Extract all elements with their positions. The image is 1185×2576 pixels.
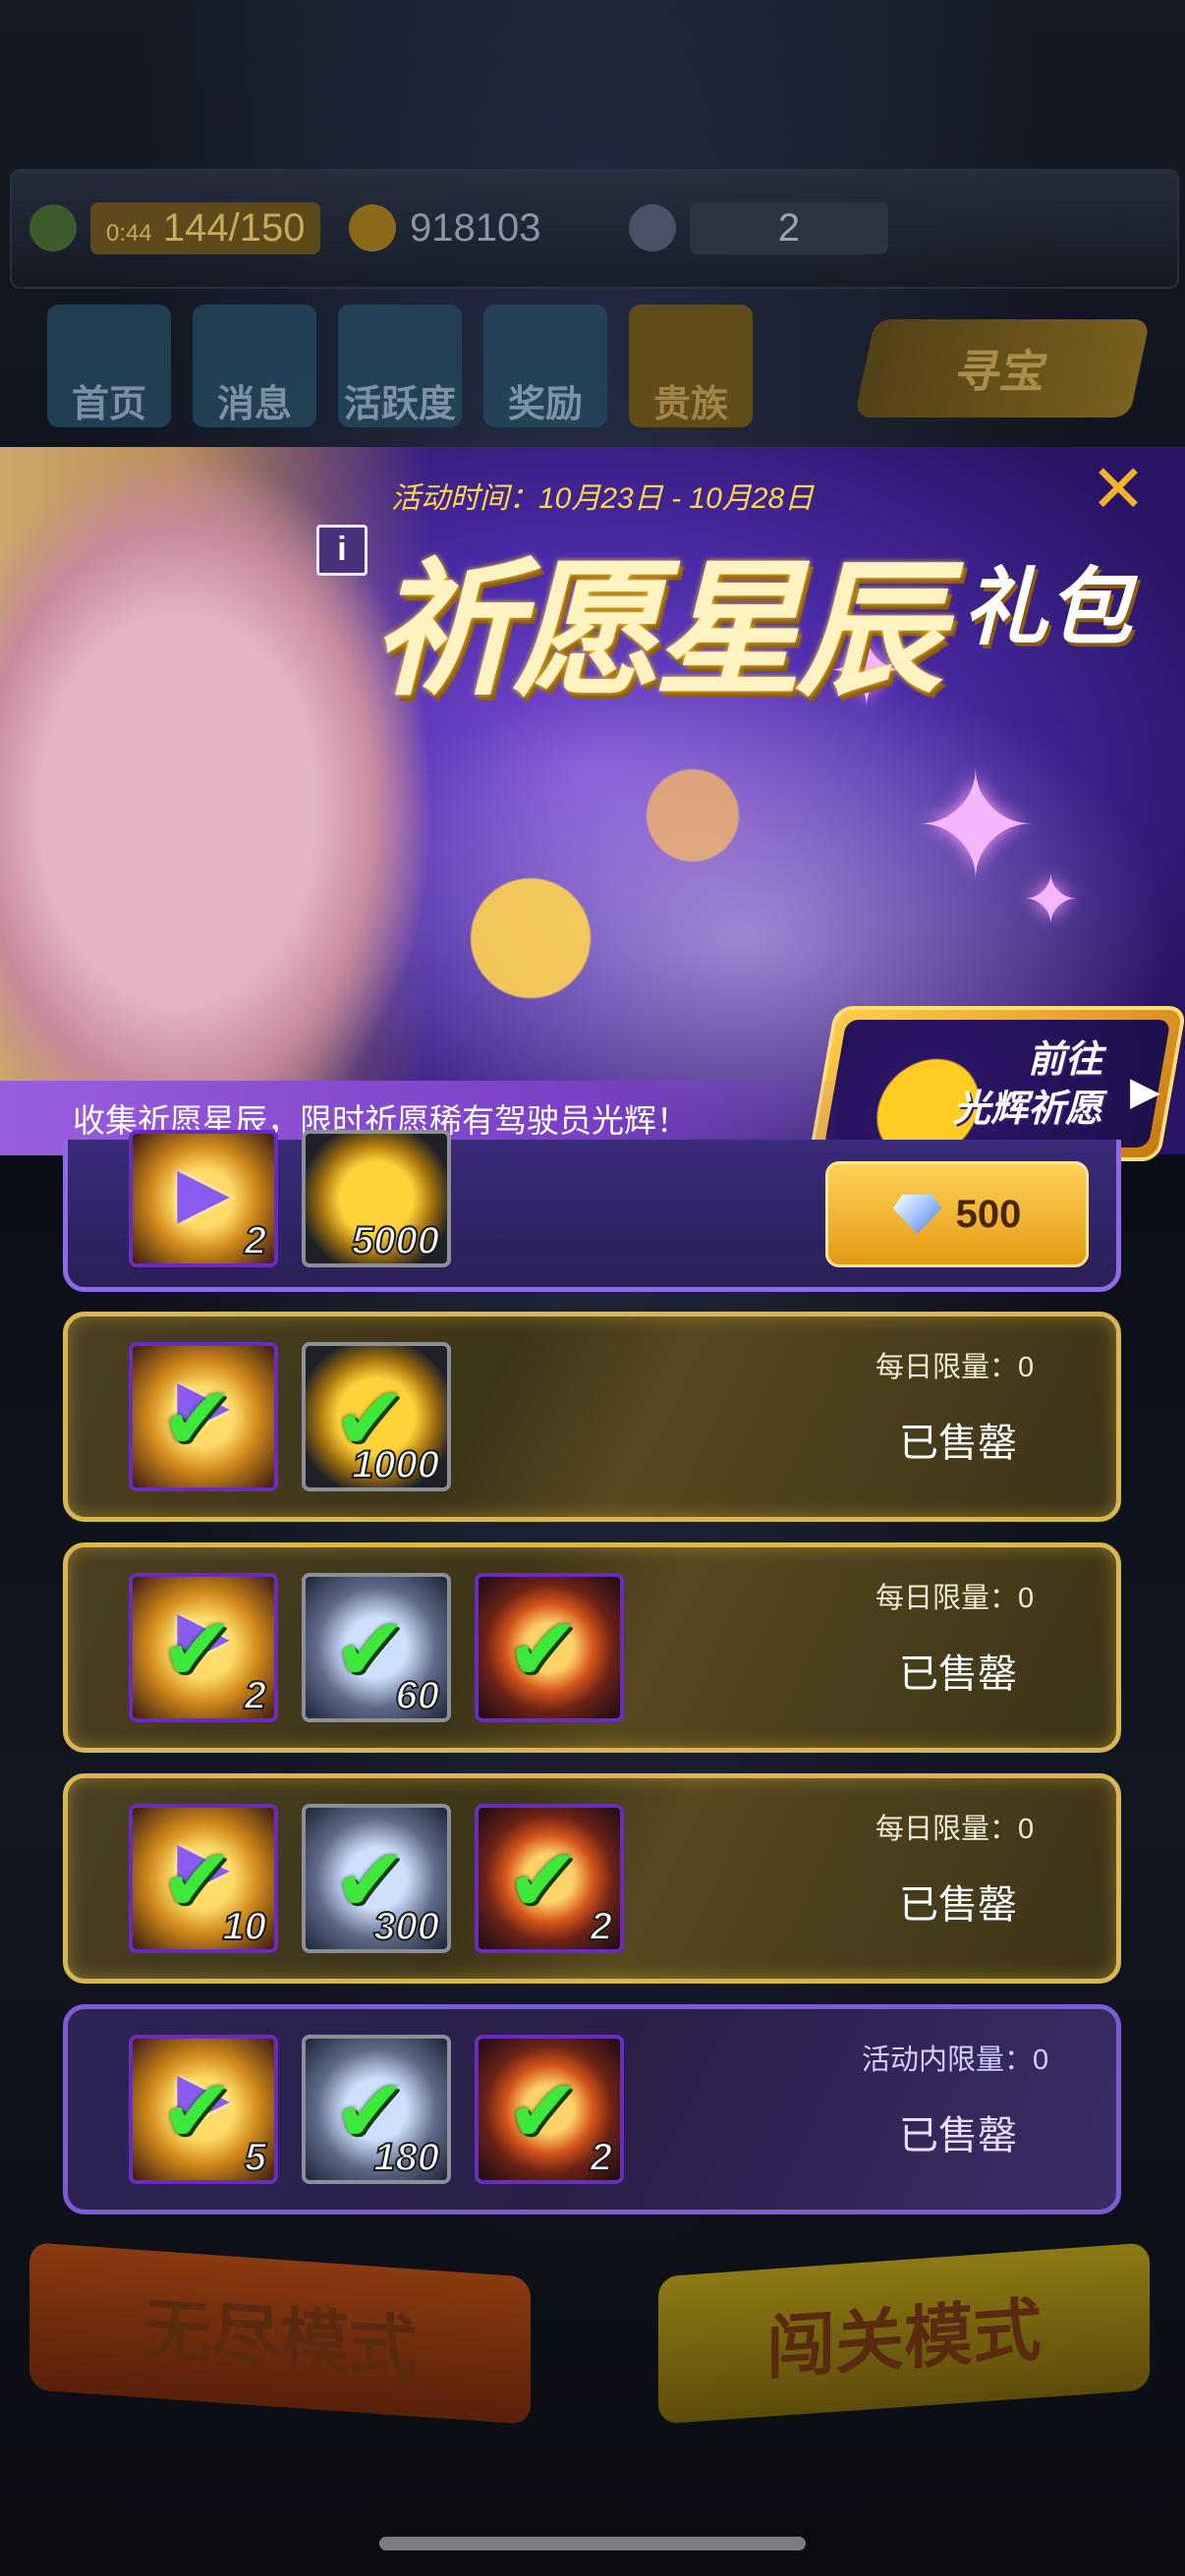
sold-out-label: 已售罄 bbox=[899, 1652, 1017, 1696]
energy-resource[interactable]: 0:44 144/150 bbox=[29, 196, 321, 259]
energy-timer: 0:44 bbox=[106, 219, 152, 247]
item-quantity: 300 bbox=[372, 1904, 440, 1949]
sold-out-label: 已售罄 bbox=[899, 2114, 1017, 2157]
buy-button[interactable]: 500 bbox=[825, 1161, 1089, 1267]
item-quantity: 180 bbox=[372, 2135, 440, 2180]
diamond-icon bbox=[892, 1195, 942, 1234]
wish-star-icon[interactable]: ▶ ✔ 10 bbox=[129, 1804, 278, 1953]
tab-noble[interactable]: 贵族 bbox=[629, 305, 753, 427]
wish-star-icon[interactable]: ▶ 2 bbox=[129, 1130, 278, 1267]
top-nav: 首页 消息 活跃度 奖励 贵族 bbox=[47, 305, 753, 427]
item-quantity: 2 bbox=[244, 1218, 267, 1263]
gem-icon bbox=[629, 204, 676, 252]
star-icon: ✦ bbox=[1022, 862, 1080, 938]
purchase-limit: 每日限量：0 bbox=[875, 1814, 1035, 1845]
pack-row: ▶ ✔ ✔ 1000 每日限量：0 已售罄 bbox=[63, 1312, 1121, 1522]
item-quantity: 5 bbox=[244, 2135, 267, 2180]
diamond-icon[interactable]: ✔ 300 bbox=[302, 1804, 451, 1953]
wish-star-icon[interactable]: ▶ ✔ 5 bbox=[129, 2035, 278, 2184]
item-quantity: 5000 bbox=[351, 1218, 440, 1263]
sold-out-label: 已售罄 bbox=[899, 1883, 1017, 1927]
event-title: 祈愿星辰 bbox=[371, 547, 943, 712]
arrow-right-icon: ▶ bbox=[1130, 1070, 1160, 1113]
item-quantity: 10 bbox=[222, 1904, 267, 1949]
treasure-button[interactable]: 寻宝 bbox=[854, 319, 1151, 418]
coin-resource[interactable]: 918103 bbox=[349, 196, 540, 259]
item-quantity: 1000 bbox=[351, 1442, 440, 1487]
gold-coin-icon[interactable]: ✔ 1000 bbox=[302, 1342, 451, 1491]
gem-value: 2 bbox=[690, 201, 888, 254]
purchase-limit: 每日限量：0 bbox=[875, 1352, 1035, 1383]
star-icon: ✦ bbox=[914, 744, 1038, 909]
goto-label-line2: 光辉祈愿 bbox=[953, 1089, 1103, 1130]
pack-row: ▶ ✔ 5 ✔ 180 ✔ 2 活动内限量：0 已售罄 bbox=[63, 2004, 1121, 2214]
pilot-portrait bbox=[0, 447, 432, 1154]
energy-pill: 0:44 144/150 bbox=[90, 201, 321, 254]
purchase-limit: 每日限量：0 bbox=[875, 1583, 1035, 1614]
goto-label-line1: 前往 bbox=[1028, 1039, 1103, 1081]
price-value: 500 bbox=[955, 1192, 1022, 1236]
pack-row: ▶ ✔ 2 ✔ 60 ✔ 每日限量：0 已售罄 bbox=[63, 1542, 1121, 1753]
wish-star-icon[interactable]: ▶ ✔ bbox=[129, 1342, 278, 1491]
info-button[interactable]: i bbox=[316, 525, 367, 576]
item-quantity: 2 bbox=[590, 2135, 613, 2180]
coin-value: 918103 bbox=[410, 205, 541, 250]
check-icon: ✔ bbox=[506, 2063, 581, 2161]
event-title-suffix: 礼包 bbox=[963, 561, 1132, 655]
goto-wish-label[interactable]: 前往 光辉祈愿 bbox=[953, 1036, 1102, 1134]
item-quantity: 60 bbox=[395, 1673, 440, 1718]
pack-row: ▶ ✔ 10 ✔ 300 ✔ 2 每日限量：0 已售罄 bbox=[63, 1773, 1121, 1984]
fragment-icon[interactable]: ✔ bbox=[475, 1573, 624, 1722]
check-icon: ✔ bbox=[160, 1371, 235, 1469]
check-icon: ✔ bbox=[160, 2063, 235, 2161]
sold-out-label: 已售罄 bbox=[899, 1422, 1017, 1465]
fragment-icon[interactable]: ✔ 2 bbox=[475, 1804, 624, 1953]
check-icon: ✔ bbox=[506, 1832, 581, 1931]
fragment-icon[interactable]: ✔ 2 bbox=[475, 2035, 624, 2184]
gold-coin-icon[interactable]: 5000 bbox=[302, 1130, 451, 1267]
purchase-limit: 活动内限量：0 bbox=[862, 2044, 1049, 2076]
coin-icon bbox=[349, 204, 396, 252]
home-indicator[interactable] bbox=[379, 2537, 806, 2550]
check-icon: ✔ bbox=[506, 1601, 581, 1700]
energy-value: 144/150 bbox=[162, 205, 306, 250]
tab-home[interactable]: 首页 bbox=[47, 305, 171, 427]
wish-star-icon[interactable]: ▶ ✔ 2 bbox=[129, 1573, 278, 1722]
check-icon: ✔ bbox=[160, 1601, 235, 1700]
gem-resource[interactable]: 2 bbox=[629, 196, 888, 259]
tab-activity[interactable]: 活跃度 bbox=[338, 305, 462, 427]
tab-messages[interactable]: 消息 bbox=[193, 305, 316, 427]
diamond-icon[interactable]: ✔ 60 bbox=[302, 1573, 451, 1722]
close-button[interactable]: ✕ bbox=[1087, 456, 1150, 523]
diamond-icon[interactable]: ✔ 180 bbox=[302, 2035, 451, 2184]
lightning-icon bbox=[29, 204, 77, 252]
item-quantity: 2 bbox=[244, 1673, 267, 1718]
tab-rewards[interactable]: 奖励 bbox=[483, 305, 607, 427]
item-quantity: 2 bbox=[590, 1904, 613, 1949]
